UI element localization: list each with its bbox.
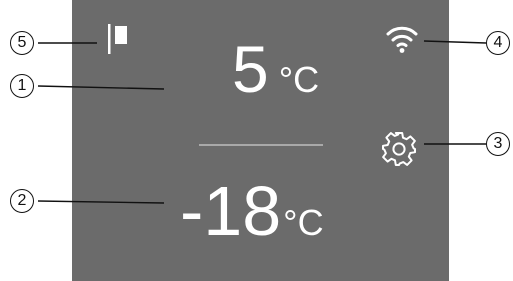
callout-1: 1 [10, 74, 34, 98]
freezer-temperature[interactable]: -18°C [180, 176, 324, 246]
fridge-temperature-unit: °C [278, 59, 320, 100]
door-flag-icon[interactable] [106, 22, 130, 56]
callout-4: 4 [486, 31, 510, 55]
callout-3: 3 [486, 132, 510, 156]
freezer-temperature-value: -18 [180, 172, 282, 250]
gear-icon[interactable] [377, 127, 421, 171]
separator-line [199, 144, 323, 146]
callout-2: 2 [10, 189, 34, 213]
freezer-temperature-unit: °C [283, 202, 324, 243]
fridge-temperature[interactable]: 5 °C [232, 36, 319, 102]
callout-5: 5 [10, 31, 34, 55]
fridge-temperature-value: 5 [232, 32, 269, 106]
wifi-icon[interactable] [385, 24, 419, 54]
